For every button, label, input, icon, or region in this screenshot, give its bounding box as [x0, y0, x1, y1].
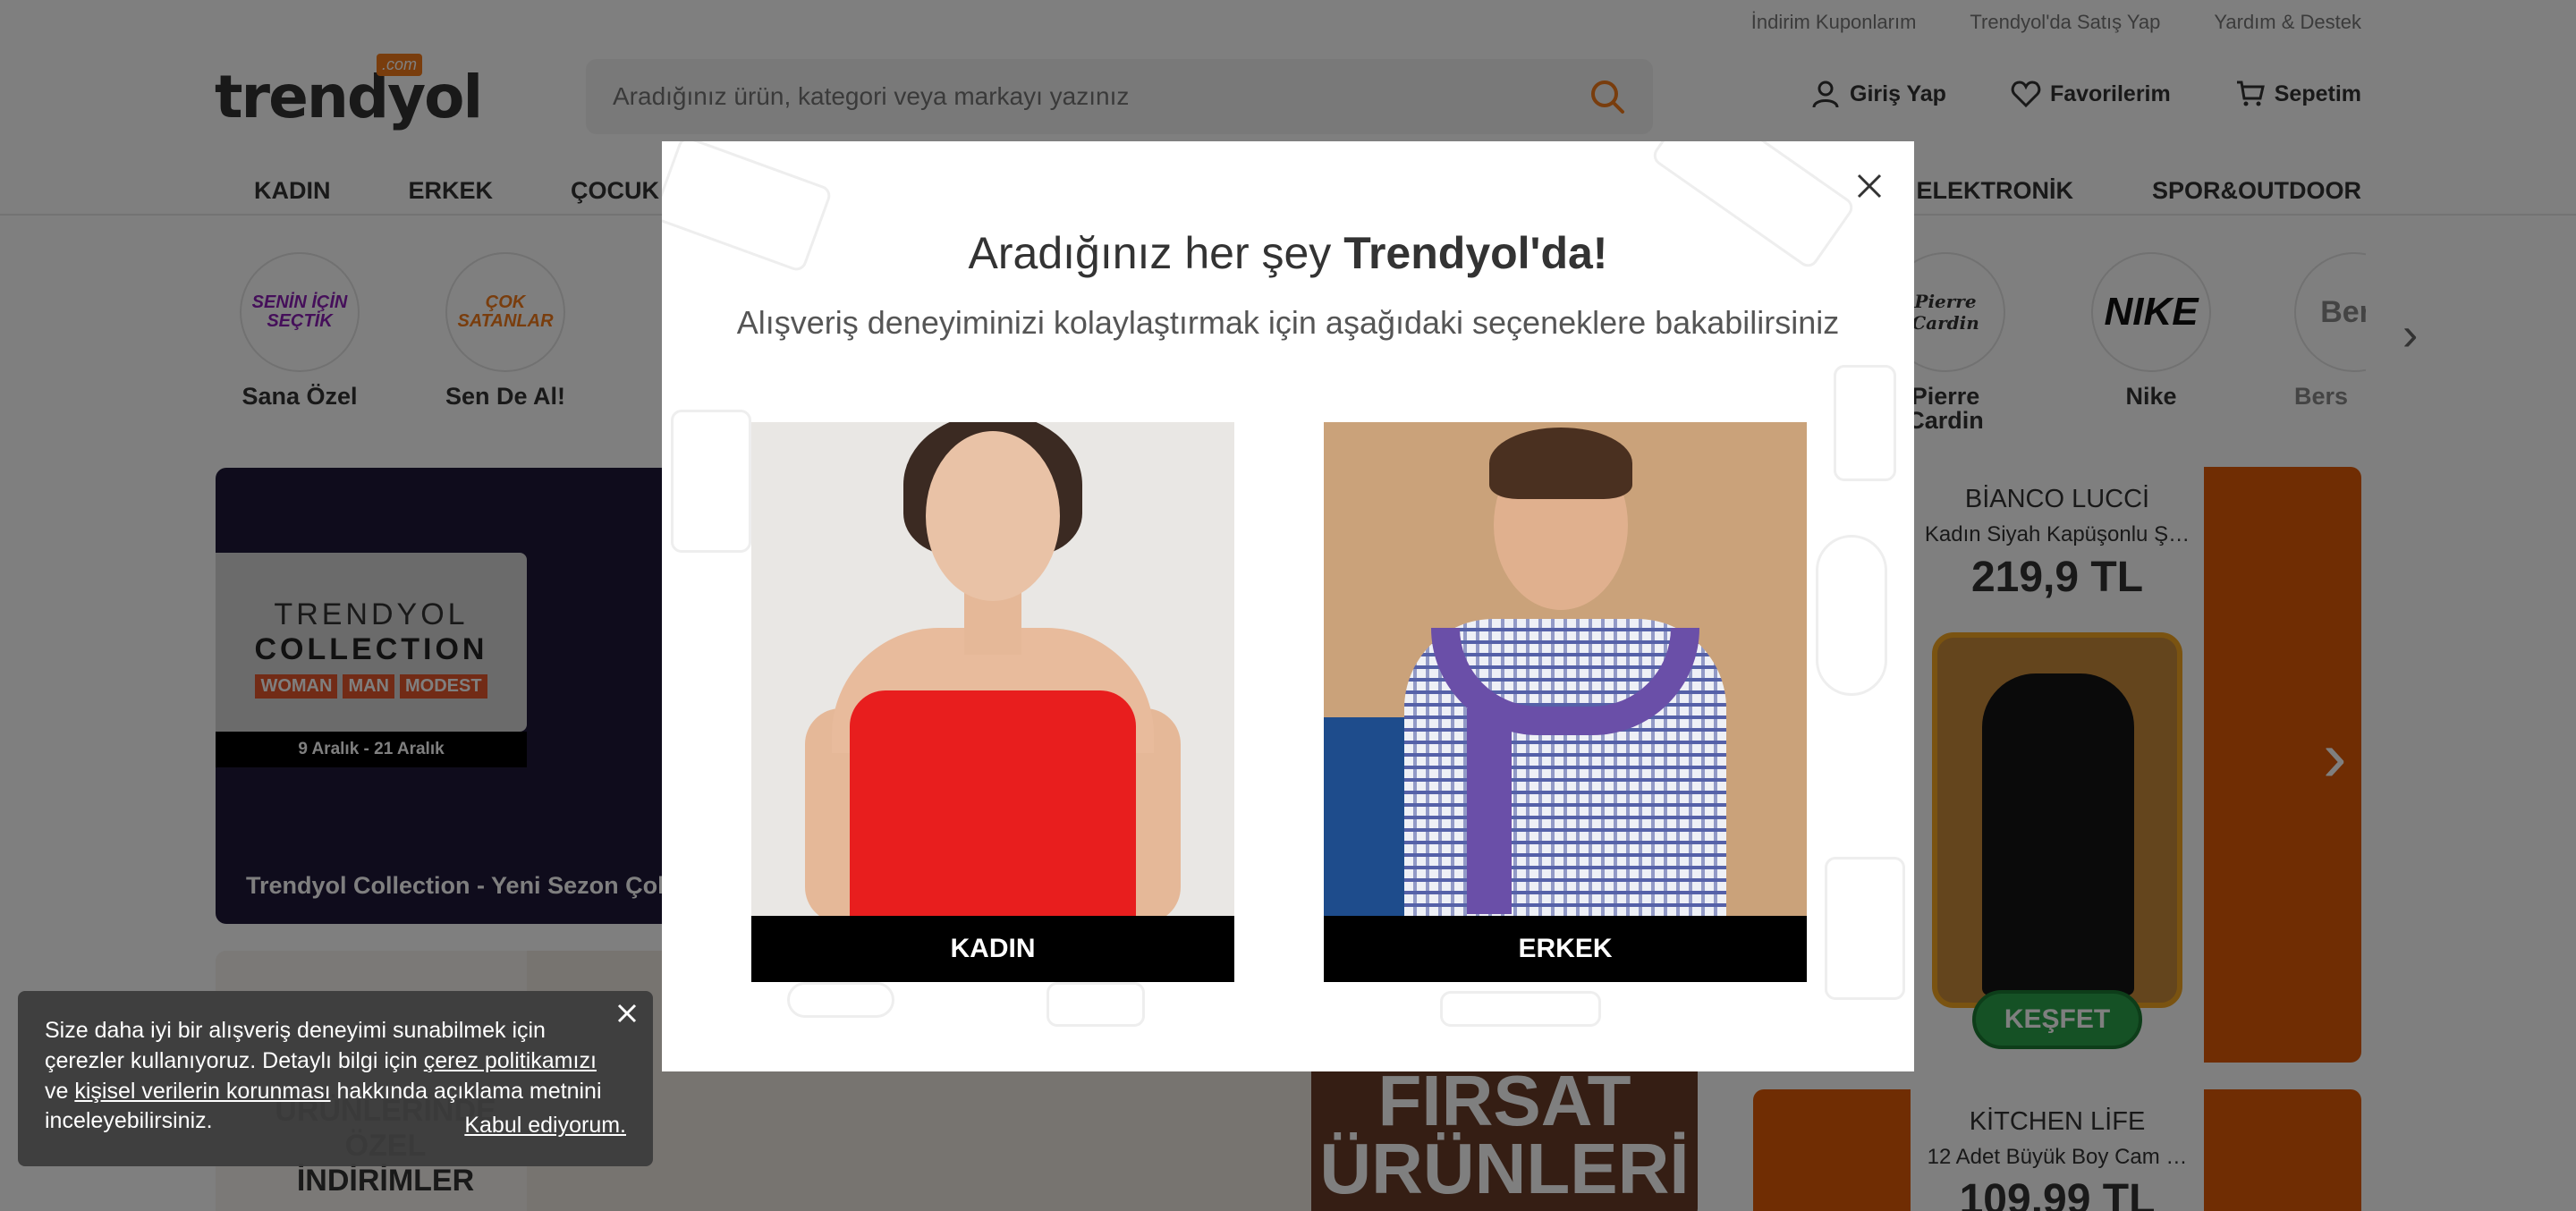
- choice-men[interactable]: ERKEK: [1324, 422, 1807, 982]
- decor-sketch: [1825, 857, 1905, 1000]
- decor-sketch: [1816, 535, 1887, 696]
- choice-women[interactable]: KADIN: [751, 422, 1234, 982]
- cookie-banner: Size daha iyi bir alışveriş deneyimi sun…: [18, 991, 653, 1166]
- decor-sketch: [1834, 365, 1896, 481]
- women-button[interactable]: KADIN: [751, 916, 1234, 982]
- decor-sketch: [787, 982, 894, 1018]
- men-button[interactable]: ERKEK: [1324, 916, 1807, 982]
- accept-cookies-button[interactable]: Kabul ediyorum.: [464, 1111, 626, 1141]
- close-icon[interactable]: [614, 1000, 640, 1027]
- privacy-link[interactable]: kişisel verilerin korunması: [74, 1079, 330, 1104]
- cookie-policy-link[interactable]: çerez politikamızı: [424, 1048, 597, 1073]
- cookie-text-2: ve: [45, 1078, 75, 1104]
- decor-sketch: [1046, 982, 1145, 1027]
- decor-sketch: [1440, 991, 1601, 1027]
- modal-subtitle: Alışveriş deneyiminizi kolaylaştırmak iç…: [736, 304, 1840, 341]
- women-photo: [751, 422, 1234, 916]
- title-brand: Trendyol'da!: [1343, 228, 1608, 278]
- gender-select-modal: Aradığınız her şey Trendyol'da! Alışveri…: [662, 141, 1914, 1071]
- decor-sketch: [671, 410, 751, 553]
- close-icon[interactable]: [1852, 168, 1887, 204]
- modal-title: Aradığınız her şey Trendyol'da!: [662, 227, 1914, 279]
- title-prefix: Aradığınız her şey: [968, 228, 1344, 278]
- men-photo: [1324, 422, 1807, 916]
